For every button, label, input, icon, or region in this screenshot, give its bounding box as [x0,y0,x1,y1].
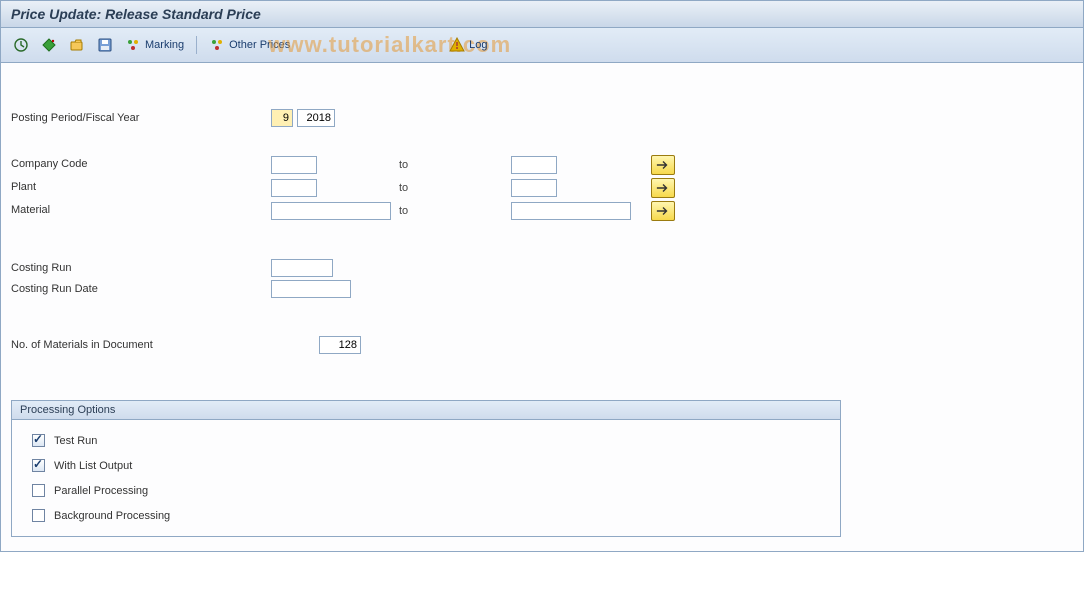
arrow-right-icon [656,182,670,194]
toolbar-separator [196,36,197,54]
page-title: Price Update: Release Standard Price [11,6,261,22]
plant-label: Plant [11,178,271,198]
to-label-cc: to [391,155,511,175]
save-icon [97,37,113,53]
material-to-input[interactable] [511,202,631,220]
costing-run-date-input[interactable] [271,280,351,298]
processing-options-group: Processing Options Test Run With List Ou… [11,400,841,537]
arrow-right-icon [656,159,670,171]
log-label: Log [469,39,487,51]
background-checkbox[interactable] [32,509,45,522]
no-materials-label: No. of Materials in Document [11,336,271,354]
material-label: Material [11,201,271,221]
to-label-plant: to [391,178,511,198]
folder-get-icon [69,37,85,53]
log-button[interactable]: Log [445,35,491,55]
costing-run-date-label: Costing Run Date [11,280,271,298]
marking-label: Marking [145,39,184,51]
processing-options-header: Processing Options [12,401,840,420]
arrow-right-icon [656,205,670,217]
parallel-checkbox[interactable] [32,484,45,497]
parallel-label: Parallel Processing [54,485,148,497]
posting-period-input[interactable] [271,109,293,127]
posting-period-label: Posting Period/Fiscal Year [11,109,271,127]
toolbar: Marking Other Prices www.tutorialkart.co… [1,28,1083,63]
window: Price Update: Release Standard Price [0,0,1084,552]
test-run-checkbox[interactable] [32,434,45,447]
company-code-label: Company Code [11,155,271,175]
with-list-label: With List Output [54,460,132,472]
titlebar: Price Update: Release Standard Price [1,1,1083,28]
plant-to-input[interactable] [511,179,557,197]
other-prices-label: Other Prices [229,39,290,51]
content-area: Posting Period/Fiscal Year Company Code … [1,63,1083,551]
clock-execute-icon [13,37,29,53]
test-run-label: Test Run [54,435,97,447]
company-code-to-input[interactable] [511,156,557,174]
costing-run-input[interactable] [271,259,333,277]
material-multi-button[interactable] [651,201,675,221]
company-code-multi-button[interactable] [651,155,675,175]
release-button[interactable] [37,35,61,55]
company-code-from-input[interactable] [271,156,317,174]
no-materials-input[interactable] [319,336,361,354]
diamond-sparkle-icon [41,37,57,53]
marking-button[interactable]: Marking [121,35,188,55]
plant-from-input[interactable] [271,179,317,197]
to-label-material: to [391,201,511,221]
costing-run-label: Costing Run [11,259,271,277]
execute-button[interactable] [9,35,33,55]
other-prices-icon [209,37,225,53]
log-icon [449,37,465,53]
get-variant-button[interactable] [65,35,89,55]
background-label: Background Processing [54,510,170,522]
plant-multi-button[interactable] [651,178,675,198]
with-list-checkbox[interactable] [32,459,45,472]
save-variant-button[interactable] [93,35,117,55]
other-prices-button[interactable]: Other Prices [205,35,294,55]
material-from-input[interactable] [271,202,391,220]
fiscal-year-input[interactable] [297,109,335,127]
marking-icon [125,37,141,53]
